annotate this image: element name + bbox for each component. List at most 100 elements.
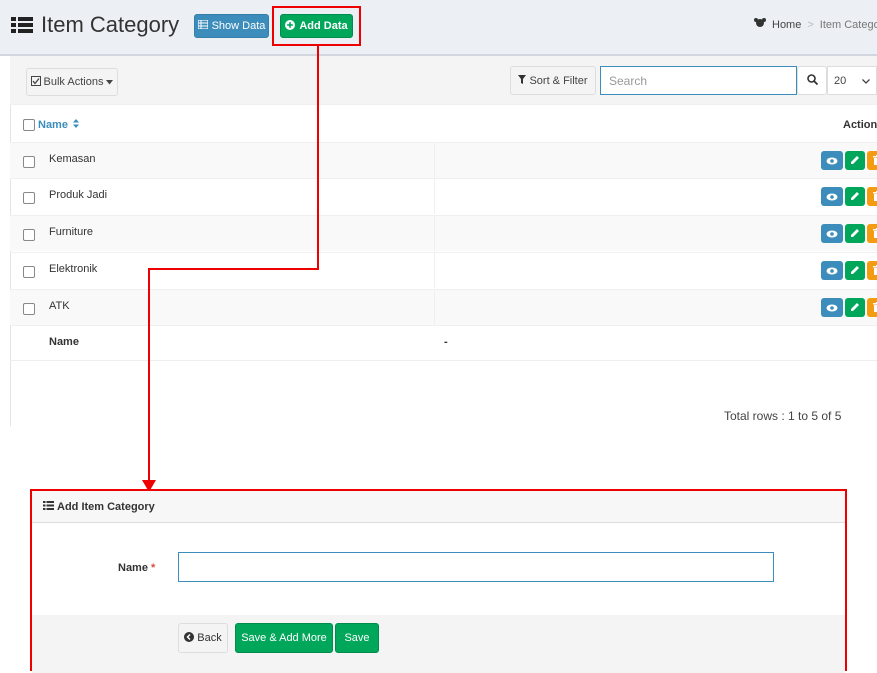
- name-input[interactable]: [178, 552, 774, 582]
- sort-filter-label: Sort & Filter: [529, 75, 587, 87]
- search-input[interactable]: Search: [600, 66, 797, 95]
- list-icon: [11, 16, 33, 34]
- pencil-icon: [850, 299, 860, 317]
- row-name: Elektronik: [49, 263, 97, 275]
- row-actions: [821, 261, 877, 280]
- trash-icon: [873, 188, 877, 206]
- sort-icon: [73, 119, 79, 131]
- view-button[interactable]: [821, 187, 843, 206]
- back-button[interactable]: Back: [178, 623, 228, 653]
- page-size-select[interactable]: 20: [827, 66, 877, 95]
- row-checkbox[interactable]: [23, 156, 35, 168]
- edit-button[interactable]: [845, 151, 865, 170]
- table-row: Kemasan: [10, 142, 877, 178]
- delete-button[interactable]: [867, 298, 877, 317]
- column-name-label: Name: [38, 119, 68, 131]
- table-row: Furniture: [10, 215, 877, 251]
- eye-icon: [826, 299, 838, 317]
- eye-icon: [826, 152, 838, 170]
- edit-button[interactable]: [845, 298, 865, 317]
- edit-button[interactable]: [845, 261, 865, 280]
- column-header-name[interactable]: Name: [38, 119, 79, 131]
- delete-button[interactable]: [867, 187, 877, 206]
- form-title: Add Item Category: [43, 501, 155, 513]
- delete-button[interactable]: [867, 261, 877, 280]
- search-button[interactable]: [797, 66, 827, 95]
- column-header-action: Action: [843, 119, 877, 131]
- connector-line: [148, 268, 150, 482]
- breadcrumb: Home > Item Categor: [754, 18, 877, 31]
- table-row: ATK: [10, 289, 877, 325]
- connector-line: [148, 268, 319, 270]
- row-actions: [821, 151, 877, 170]
- row-actions: [821, 224, 877, 243]
- eye-icon: [826, 188, 838, 206]
- column-divider: [434, 179, 435, 214]
- connector-line: [317, 46, 319, 270]
- chevron-down-icon: [862, 75, 870, 87]
- trash-icon: [873, 152, 877, 170]
- check-square-icon: [31, 76, 41, 89]
- save-and-add-more-button[interactable]: Save & Add More: [235, 623, 333, 653]
- list-icon: [43, 501, 54, 513]
- save-button[interactable]: Save: [335, 623, 379, 653]
- column-divider: [434, 290, 435, 325]
- view-button[interactable]: [821, 224, 843, 243]
- breadcrumb-home[interactable]: Home: [772, 19, 801, 31]
- filter-icon: [518, 75, 526, 87]
- table-header-row: [10, 104, 877, 140]
- search-placeholder: Search: [609, 74, 647, 88]
- show-data-button[interactable]: Show Data: [194, 14, 269, 38]
- trash-icon: [873, 225, 877, 243]
- delete-button[interactable]: [867, 151, 877, 170]
- footer-name: Name: [49, 336, 79, 348]
- back-label: Back: [197, 632, 221, 644]
- eye-icon: [826, 262, 838, 280]
- breadcrumb-current: Item Categor: [820, 19, 877, 31]
- pencil-icon: [850, 262, 860, 280]
- select-all-checkbox[interactable]: [23, 119, 35, 131]
- total-rows-text: Total rows : 1 to 5 of 5: [724, 409, 841, 423]
- pencil-icon: [850, 188, 860, 206]
- row-name: ATK: [49, 300, 70, 312]
- row-checkbox[interactable]: [23, 303, 35, 315]
- delete-button[interactable]: [867, 224, 877, 243]
- pencil-icon: [850, 152, 860, 170]
- add-item-category-form: Add Item Category Name * Back Save & Add…: [30, 489, 847, 671]
- row-name: Kemasan: [49, 153, 95, 165]
- view-button[interactable]: [821, 298, 843, 317]
- table-row: Produk Jadi: [10, 178, 877, 214]
- row-checkbox[interactable]: [23, 266, 35, 278]
- view-button[interactable]: [821, 151, 843, 170]
- row-checkbox[interactable]: [23, 192, 35, 204]
- sort-filter-button[interactable]: Sort & Filter: [510, 66, 596, 95]
- name-label-text: Name: [118, 562, 148, 574]
- trash-icon: [873, 262, 877, 280]
- row-checkbox[interactable]: [23, 229, 35, 241]
- page-size-value: 20: [834, 75, 846, 87]
- bulk-actions-label: Bulk Actions: [44, 76, 104, 88]
- form-footer: [32, 615, 845, 673]
- chevron-left-icon: [184, 632, 194, 645]
- row-actions: [821, 298, 877, 317]
- column-divider: [434, 143, 435, 178]
- edit-button[interactable]: [845, 187, 865, 206]
- home-icon: [754, 18, 766, 31]
- footer-value: -: [444, 336, 448, 348]
- row-actions: [821, 187, 877, 206]
- edit-button[interactable]: [845, 224, 865, 243]
- row-name: Furniture: [49, 226, 93, 238]
- column-divider: [434, 216, 435, 251]
- name-label: Name *: [118, 562, 155, 574]
- bulk-actions-button[interactable]: Bulk Actions: [26, 68, 118, 96]
- column-divider: [434, 253, 435, 288]
- table-row: Elektronik: [10, 252, 877, 288]
- page-title-text: Item Category: [41, 12, 179, 38]
- pencil-icon: [850, 225, 860, 243]
- search-icon: [807, 74, 818, 88]
- view-button[interactable]: [821, 261, 843, 280]
- show-data-label: Show Data: [212, 20, 266, 32]
- required-mark: *: [151, 562, 155, 574]
- caret-down-icon: [106, 76, 113, 88]
- page-title: Item Category: [11, 12, 179, 38]
